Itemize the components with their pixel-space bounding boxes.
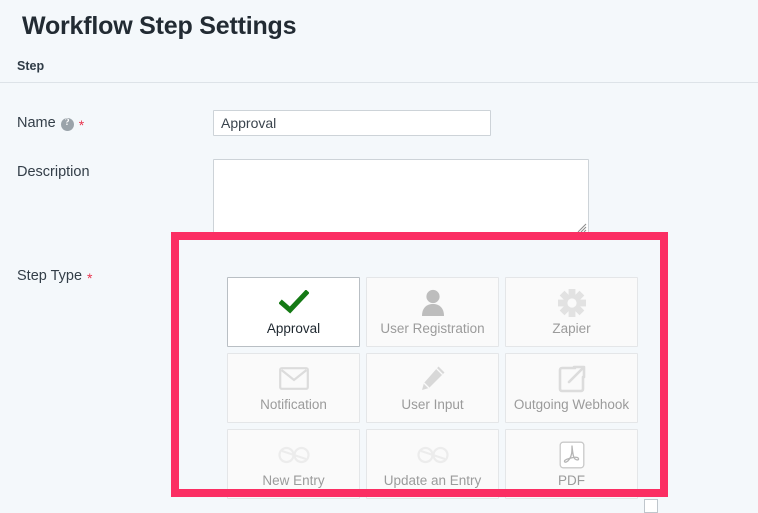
- form-row-description: Description: [0, 159, 758, 235]
- name-input[interactable]: [213, 110, 491, 136]
- name-label-text: Name: [17, 115, 56, 131]
- step-type-grid: Approval User Registration Zapier Notifi…: [227, 277, 638, 499]
- envelope-icon: [278, 364, 309, 394]
- external-link-icon: [558, 364, 586, 394]
- form-row-name: Name ? *: [0, 110, 758, 136]
- pdf-acrobat-icon: [559, 440, 585, 470]
- step-type-option-outgoing-webhook[interactable]: Outgoing Webhook: [505, 353, 638, 423]
- step-type-option-notification[interactable]: Notification: [227, 353, 360, 423]
- description-textarea[interactable]: [213, 159, 589, 235]
- step-type-label: Update an Entry: [383, 472, 482, 488]
- question-mark-help-icon[interactable]: ?: [60, 117, 74, 131]
- step-type-label: User Registration: [380, 320, 485, 336]
- page-title: Workflow Step Settings: [22, 12, 297, 40]
- step-type-option-zapier[interactable]: Zapier: [505, 277, 638, 347]
- step-type-option-approval[interactable]: Approval: [227, 277, 360, 347]
- person-icon: [420, 288, 446, 318]
- step-type-label: Outgoing Webhook: [513, 396, 630, 412]
- step-type-label: New Entry: [262, 472, 325, 488]
- step-type-label: Approval: [266, 320, 321, 336]
- pencil-icon: [419, 364, 446, 394]
- link-loop-icon: [416, 440, 449, 470]
- step-type-label: PDF: [558, 472, 585, 488]
- green-check-icon: [278, 288, 309, 318]
- step-type-option-user-input[interactable]: User Input: [366, 353, 499, 423]
- description-label-text: Description: [17, 164, 90, 180]
- description-textarea-wrapper: [213, 159, 589, 235]
- link-loop-icon: [277, 440, 310, 470]
- description-field-label: Description: [17, 159, 213, 182]
- form-row-step-type: Step Type * Approval User Registration Z…: [0, 263, 758, 499]
- section-label-step: Step: [17, 59, 45, 73]
- name-field-label: Name ? *: [17, 110, 213, 133]
- step-type-option-new-entry[interactable]: New Entry: [227, 429, 360, 499]
- step-type-option-update-an-entry[interactable]: Update an Entry: [366, 429, 499, 499]
- clipped-checkbox[interactable]: [644, 499, 658, 513]
- step-type-field-label: Step Type *: [17, 263, 213, 286]
- step-type-option-pdf[interactable]: PDF: [505, 429, 638, 499]
- step-type-label: User Input: [401, 396, 464, 412]
- step-type-label: Notification: [260, 396, 327, 412]
- required-asterisk: *: [87, 270, 93, 286]
- step-type-label: Zapier: [552, 320, 591, 336]
- step-type-label-text: Step Type: [17, 268, 83, 284]
- required-asterisk: *: [78, 117, 85, 133]
- section-divider: [0, 82, 758, 83]
- zapier-asterisk-icon: [557, 288, 586, 318]
- step-type-option-user-registration[interactable]: User Registration: [366, 277, 499, 347]
